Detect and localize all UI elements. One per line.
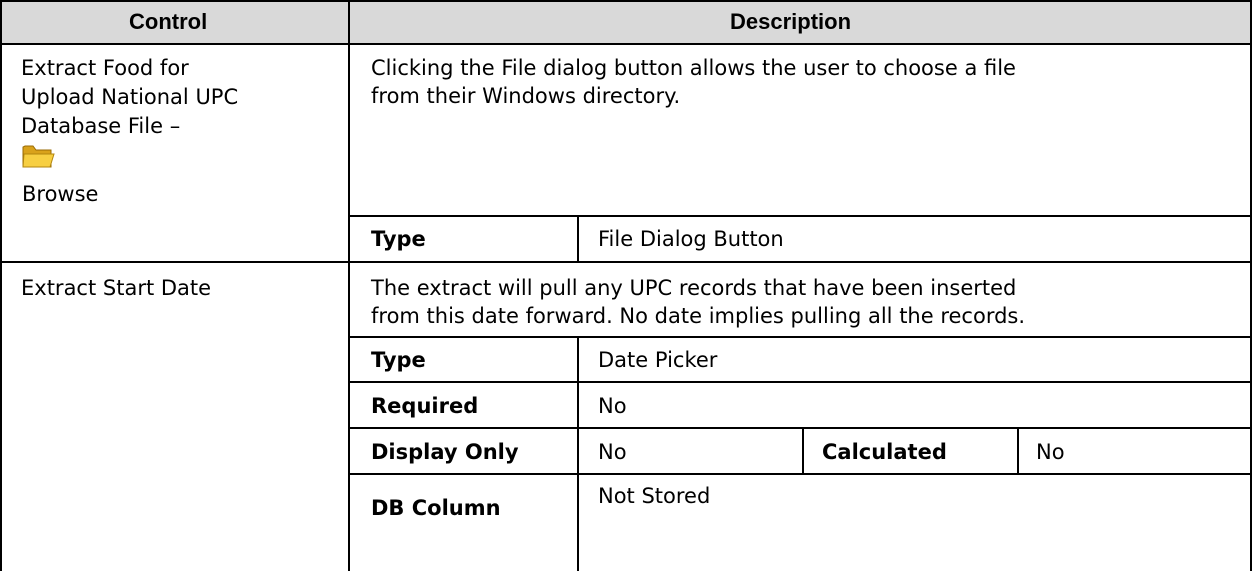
- row2-db-column-top-border: [349, 473, 1252, 475]
- row1-control-line-1: Extract Food for: [21, 56, 189, 80]
- row2-label-divider: [577, 336, 579, 571]
- calculated-label: Calculated: [822, 440, 947, 464]
- row2-required-top-border: [349, 381, 1252, 383]
- row2-type-top-border: [349, 336, 1252, 338]
- table-border-top: [0, 0, 1252, 2]
- row2-type-value: Date Picker: [598, 348, 718, 372]
- row2-description-line-2: from this date forward. No date implies …: [371, 304, 1026, 328]
- row-divider: [0, 261, 1252, 263]
- required-label: Required: [371, 394, 479, 418]
- row1-type-top-border: [349, 215, 1252, 217]
- header-control: Control: [129, 9, 208, 34]
- folder-icon: [22, 145, 55, 168]
- display-only-label: Display Only: [371, 440, 519, 464]
- row1-type-label: Type: [371, 227, 426, 251]
- row2-control: Extract Start Date: [21, 276, 212, 300]
- row1-control-line-3: Database File –: [21, 114, 181, 138]
- row2-description-line-1: The extract will pull any UPC records th…: [371, 276, 1017, 300]
- calculated-value-divider: [1017, 427, 1019, 473]
- header-divider: [0, 43, 1252, 45]
- header-description: Description: [730, 9, 852, 34]
- display-only-value: No: [598, 440, 627, 464]
- row1-description-line-1: Clicking the File dialog button allows t…: [371, 56, 1016, 80]
- db-column-value: Not Stored: [598, 484, 711, 508]
- display-only-value-divider: [802, 427, 804, 473]
- row1-control-line-2: Upload National UPC: [21, 85, 239, 109]
- row1-type-divider: [577, 215, 579, 261]
- calculated-value: No: [1036, 440, 1065, 464]
- row1-description-line-2: from their Windows directory.: [371, 84, 681, 108]
- db-column-label: DB Column: [371, 496, 501, 520]
- browse-button-label: Browse: [22, 182, 99, 206]
- column-divider: [348, 0, 350, 571]
- required-value: No: [598, 394, 627, 418]
- table-border-left: [0, 0, 2, 571]
- row1-type-value: File Dialog Button: [598, 227, 784, 251]
- control-description-table: Control Description Extract Food for Upl…: [0, 0, 1252, 571]
- row2-type-label: Type: [371, 348, 426, 372]
- row2-display-only-top-border: [349, 427, 1252, 429]
